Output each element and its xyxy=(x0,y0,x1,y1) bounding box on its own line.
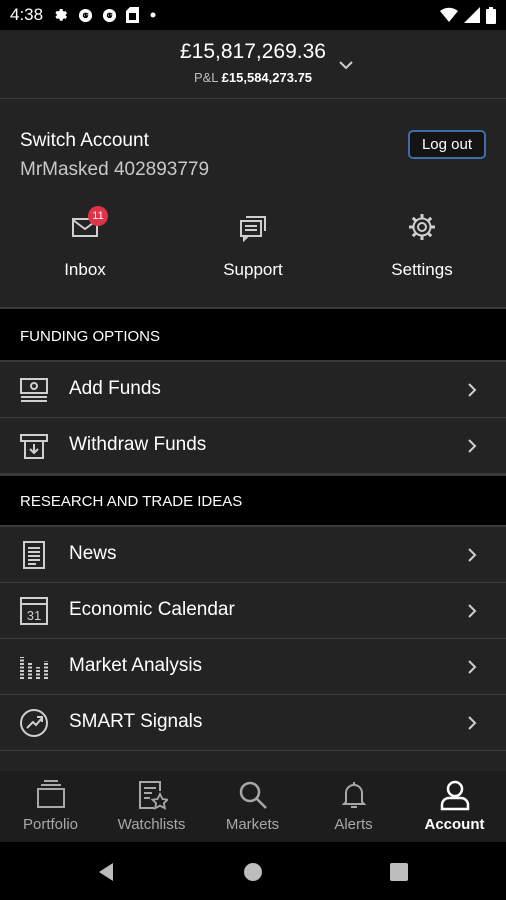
bottom-tab-bar: Portfolio Watchlists Markets Alerts Acco… xyxy=(0,771,506,842)
section-title: FUNDING OPTIONS xyxy=(20,328,161,345)
add-funds-label: Add Funds xyxy=(69,378,161,399)
battery-icon xyxy=(486,6,496,24)
calendar-icon: 31 xyxy=(20,597,48,625)
withdraw-icon xyxy=(20,434,48,459)
inbox-badge: 11 xyxy=(88,206,108,226)
economic-calendar-row[interactable]: 31 Economic Calendar xyxy=(0,583,506,639)
research-header: RESEARCH AND TRADE IDEAS xyxy=(0,474,506,527)
status-notification-icons xyxy=(53,7,158,23)
g-logo-icon xyxy=(79,8,93,22)
portfolio-icon xyxy=(37,780,65,808)
withdraw-funds-label: Withdraw Funds xyxy=(69,434,207,455)
tab-label: Alerts xyxy=(334,816,373,833)
account-icon xyxy=(440,780,470,811)
chevron-right-icon xyxy=(468,604,477,618)
chevron-right-icon xyxy=(468,383,477,397)
gear-icon xyxy=(409,214,435,240)
funding-options-header: FUNDING OPTIONS xyxy=(0,307,506,362)
system-navigation-bar xyxy=(0,842,506,900)
pnl-line: P&L £15,584,273.75 xyxy=(0,70,506,85)
tab-alerts[interactable]: Alerts xyxy=(303,771,404,842)
smart-signals-row[interactable]: SMART Signals xyxy=(0,695,506,751)
g-logo-icon xyxy=(103,8,117,22)
search-icon xyxy=(239,781,267,809)
chevron-right-icon xyxy=(468,660,477,674)
switch-account-link[interactable]: Switch Account xyxy=(20,130,149,152)
market-analysis-label: Market Analysis xyxy=(69,655,203,676)
recents-icon[interactable] xyxy=(388,861,410,883)
analysis-icon xyxy=(20,657,48,679)
tab-portfolio[interactable]: Portfolio xyxy=(0,771,101,842)
status-system-icons xyxy=(440,6,496,24)
home-icon[interactable] xyxy=(242,861,264,883)
status-time: 4:38 xyxy=(10,5,44,24)
tab-label: Watchlists xyxy=(117,816,186,833)
bell-icon xyxy=(341,782,367,808)
news-row[interactable]: News xyxy=(0,527,506,583)
cash-icon xyxy=(20,378,48,402)
chat-icon xyxy=(240,216,266,242)
smart-signals-label: SMART Signals xyxy=(69,711,203,732)
pnl-label: P&L xyxy=(193,70,219,85)
gear-icon xyxy=(55,9,68,21)
settings-label: Settings xyxy=(391,260,453,279)
tab-markets[interactable]: Markets xyxy=(202,771,303,842)
tab-account[interactable]: Account xyxy=(404,771,505,842)
chevron-right-icon xyxy=(468,716,477,730)
signals-icon xyxy=(20,709,48,737)
chevron-down-icon[interactable] xyxy=(336,55,356,75)
settings-button[interactable]: Settings xyxy=(367,212,477,282)
dot-icon xyxy=(150,12,156,18)
status-bar: 4:38 xyxy=(0,0,506,30)
tab-label: Account xyxy=(424,816,485,833)
inbox-button[interactable]: 11 Inbox xyxy=(30,206,140,282)
account-card: Switch Account MrMasked 402893779 Log ou… xyxy=(0,100,506,307)
chevron-right-icon xyxy=(468,548,477,562)
tab-watchlists[interactable]: Watchlists xyxy=(101,771,202,842)
wifi-icon xyxy=(440,7,458,23)
pnl-value: £15,584,273.75 xyxy=(221,70,313,85)
market-analysis-row[interactable]: Market Analysis xyxy=(0,639,506,695)
news-icon xyxy=(23,541,45,569)
news-label: News xyxy=(69,543,117,564)
logout-button[interactable]: Log out xyxy=(408,130,486,159)
chevron-right-icon xyxy=(468,439,477,453)
tab-label: Portfolio xyxy=(22,816,79,833)
back-icon[interactable] xyxy=(95,861,117,883)
support-label: Support xyxy=(223,260,283,279)
sim-card-icon xyxy=(126,7,140,23)
signal-icon xyxy=(464,7,480,23)
support-button[interactable]: Support xyxy=(198,212,308,282)
withdraw-funds-row[interactable]: Withdraw Funds xyxy=(0,418,506,474)
account-balance-header[interactable]: £15,817,269.36 P&L £15,584,273.75 xyxy=(0,30,506,99)
account-id: MrMasked 402893779 xyxy=(20,159,210,180)
section-title: RESEARCH AND TRADE IDEAS xyxy=(20,493,243,510)
watchlist-icon xyxy=(139,781,168,810)
economic-calendar-label: Economic Calendar xyxy=(69,599,235,620)
tab-label: Markets xyxy=(225,816,280,833)
calendar-day: 31 xyxy=(27,608,41,623)
inbox-label: Inbox xyxy=(64,260,106,279)
add-funds-row[interactable]: Add Funds xyxy=(0,362,506,418)
account-balance: £15,817,269.36 xyxy=(180,40,326,63)
